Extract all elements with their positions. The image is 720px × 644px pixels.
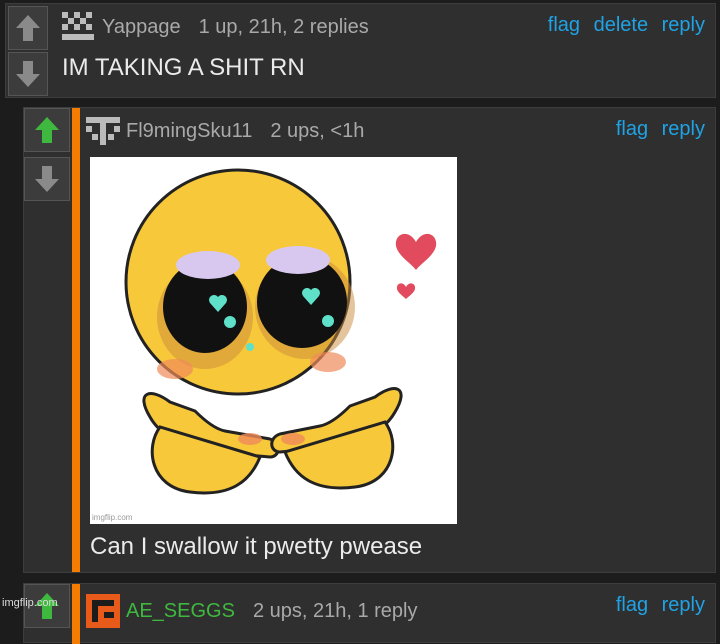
avatar[interactable] xyxy=(86,594,120,628)
downvote-button[interactable] xyxy=(24,157,70,201)
downvote-button[interactable] xyxy=(8,52,48,96)
down-arrow-icon xyxy=(35,166,59,192)
image-watermark: imgflip.com xyxy=(92,513,133,522)
up-arrow-icon xyxy=(16,15,40,41)
down-arrow-icon xyxy=(16,61,40,87)
comment-meta: 1 up, 21h, 2 replies xyxy=(198,15,369,38)
username[interactable]: AE_SEGGS xyxy=(126,600,235,623)
comment-meta: 2 ups, <1h xyxy=(270,119,365,142)
upvote-button[interactable] xyxy=(24,108,70,152)
reply-link[interactable]: reply xyxy=(662,14,705,36)
comment-text: IM TAKING A SHIT RN xyxy=(62,54,305,81)
username[interactable]: Yappage xyxy=(102,16,181,39)
flag-link[interactable]: flag xyxy=(616,118,648,140)
delete-link[interactable]: delete xyxy=(594,14,649,36)
up-arrow-icon xyxy=(35,117,59,143)
comment-3: AE_SEGGS 2 ups, 21h, 1 reply flag reply xyxy=(23,583,716,644)
cute-emoji-image xyxy=(124,168,437,495)
thread-indent-bar xyxy=(72,108,80,572)
username[interactable]: Fl9mingSku11 xyxy=(126,120,252,143)
flag-link[interactable]: flag xyxy=(548,14,580,36)
avatar[interactable] xyxy=(86,114,120,148)
site-watermark: imgflip.com xyxy=(2,597,58,609)
avatar[interactable] xyxy=(60,10,96,44)
comment-image[interactable]: imgflip.com xyxy=(90,157,457,524)
comment-2: Fl9mingSku11 2 ups, <1h flag reply imgfl… xyxy=(23,107,716,573)
reply-link[interactable]: reply xyxy=(662,118,705,140)
upvote-button[interactable] xyxy=(8,6,48,50)
comment-1: Yappage 1 up, 21h, 2 replies flag delete… xyxy=(5,3,716,98)
comment-text: Can I swallow it pwetty pwease xyxy=(90,533,423,560)
comment-meta: 2 ups, 21h, 1 reply xyxy=(252,599,418,622)
thread-indent-bar xyxy=(72,584,80,644)
